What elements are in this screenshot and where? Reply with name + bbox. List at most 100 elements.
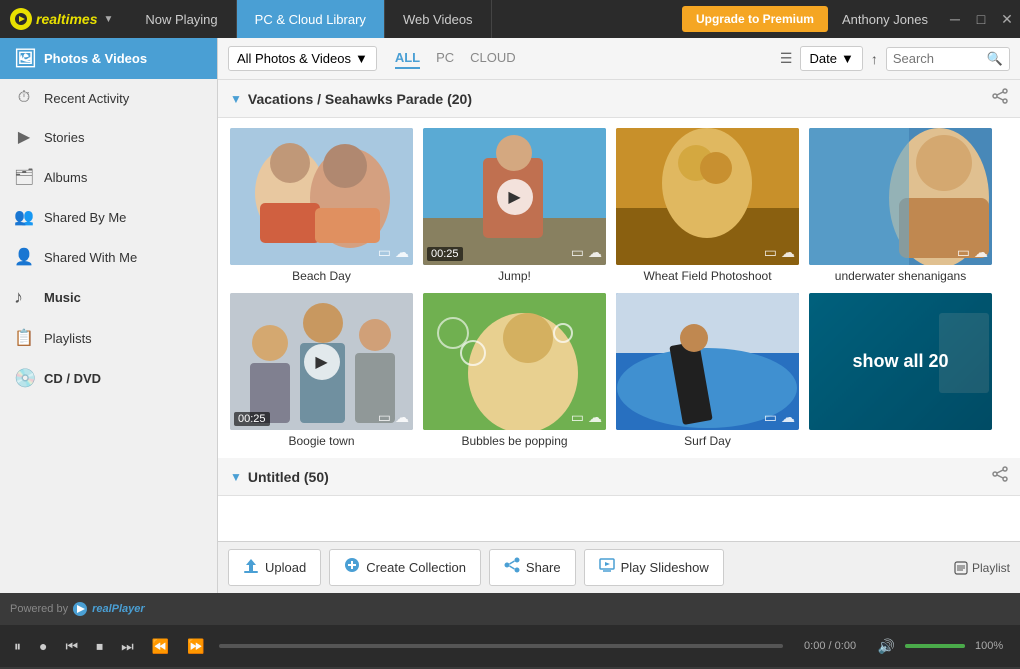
list-item[interactable]: ▶ 00:25 ▭ ☁ Jump!: [423, 128, 606, 283]
list-item[interactable]: ▭ ☁ Bubbles be popping: [423, 293, 606, 448]
playlist-icon: [954, 561, 968, 575]
list-item[interactable]: ▭ ☁ underwater shenanigans: [809, 128, 992, 283]
collection-share-vacations[interactable]: [992, 88, 1008, 109]
photo-thumb-surf-day[interactable]: ▭ ☁: [616, 293, 799, 430]
create-collection-button[interactable]: Create Collection: [329, 549, 481, 586]
skip-back-button[interactable]: ⏮: [61, 634, 82, 659]
dot-button[interactable]: ●: [35, 634, 51, 658]
photo-action-icons-jump: ▭ ☁: [571, 244, 602, 261]
photo-label-surf-day: Surf Day: [616, 434, 799, 448]
view-tab-cloud[interactable]: CLOUD: [470, 48, 516, 69]
maximize-button[interactable]: □: [968, 6, 994, 32]
collection-share-untitled[interactable]: [992, 466, 1008, 487]
pause-button[interactable]: ⏸: [10, 634, 25, 659]
tab-web-videos[interactable]: Web Videos: [385, 0, 492, 38]
user-name: Anthony Jones: [828, 12, 942, 27]
volume-percentage: 100%: [975, 640, 1010, 652]
view-tabs: ALL PC CLOUD: [395, 48, 516, 69]
volume-track[interactable]: [905, 644, 965, 648]
sidebar-section-music[interactable]: ♪ Music: [0, 277, 217, 318]
sidebar-item-albums[interactable]: 🗂 Albums: [0, 157, 217, 197]
rewind-button[interactable]: ⏪: [148, 634, 173, 659]
skip-forward-button[interactable]: ⏭: [117, 634, 138, 659]
cloud-icon: ☁: [395, 244, 409, 261]
collection-toggle-vacations[interactable]: ▼: [230, 92, 242, 106]
logo-dropdown-icon[interactable]: ▼: [103, 14, 113, 25]
create-collection-icon: [344, 557, 360, 578]
screen-icon: ▭: [571, 409, 584, 426]
share-icon-vacations: [992, 88, 1008, 104]
sort-label: Date: [809, 51, 836, 66]
sidebar-item-stories[interactable]: ▶ Stories: [0, 117, 217, 157]
tab-now-playing[interactable]: Now Playing: [127, 0, 236, 38]
total-time: 0:00: [835, 640, 856, 652]
view-tab-pc[interactable]: PC: [436, 48, 454, 69]
photo-thumb-bubbles[interactable]: ▭ ☁: [423, 293, 606, 430]
logo-text: realtimes: [36, 11, 97, 27]
recent-activity-icon: ⏱: [14, 89, 34, 107]
playlist-button[interactable]: Playlist: [954, 561, 1010, 575]
main-layout: 🖼 Photos & Videos ⏱ Recent Activity ▶ St…: [0, 38, 1020, 593]
photo-time-jump: 00:25: [427, 247, 463, 261]
sidebar-item-recent-activity[interactable]: ⏱ Recent Activity: [0, 79, 217, 117]
fast-forward-button[interactable]: ⏩: [183, 634, 208, 659]
collection-toggle-untitled[interactable]: ▼: [230, 470, 242, 484]
upgrade-button[interactable]: Upgrade to Premium: [682, 6, 828, 32]
photo-thumb-boogie-town[interactable]: ▶ 00:25 ▭ ☁: [230, 293, 413, 430]
photo-overlay-beach-day: ▭ ☁: [234, 244, 409, 261]
cloud-icon: ☁: [588, 409, 602, 426]
photo-grid-vacations: ▭ ☁ Beach Day: [218, 118, 1020, 458]
photo-thumb-beach-day[interactable]: ▭ ☁: [230, 128, 413, 265]
cloud-icon: ☁: [395, 409, 409, 426]
minimize-button[interactable]: ─: [942, 6, 968, 32]
upload-button[interactable]: Upload: [228, 549, 321, 586]
volume-icon[interactable]: 🔊: [878, 638, 895, 655]
progress-track[interactable]: [219, 644, 783, 648]
photo-overlay-boogie: 00:25 ▭ ☁: [234, 409, 409, 426]
sidebar: 🖼 Photos & Videos ⏱ Recent Activity ▶ St…: [0, 38, 218, 593]
photo-thumb-show-all[interactable]: show all 20: [809, 293, 992, 430]
play-button-overlay-boogie[interactable]: ▶: [304, 344, 340, 380]
sidebar-section-cd-dvd-label: CD / DVD: [44, 371, 101, 386]
sidebar-item-shared-by-me[interactable]: 👥 Shared By Me: [0, 197, 217, 237]
status-bar: Powered by realPlayer: [0, 593, 1020, 625]
stop-button[interactable]: ⏹: [92, 634, 107, 659]
share-svg-icon: [504, 557, 520, 573]
filter-dropdown[interactable]: All Photos & Videos ▼: [228, 46, 377, 71]
close-button[interactable]: ✕: [994, 6, 1020, 32]
photo-thumb-underwater[interactable]: ▭ ☁: [809, 128, 992, 265]
view-tab-all[interactable]: ALL: [395, 48, 420, 69]
list-item[interactable]: ▭ ☁ Wheat Field Photoshoot: [616, 128, 799, 283]
play-slideshow-button[interactable]: Play Slideshow: [584, 549, 724, 586]
sidebar-section-photos-videos[interactable]: 🖼 Photos & Videos: [0, 38, 217, 79]
time-display: 0:00 / 0:00: [793, 640, 868, 652]
screen-icon: ▭: [571, 244, 584, 261]
sidebar-section-music-label: Music: [44, 290, 81, 305]
search-input[interactable]: [893, 51, 983, 66]
list-view-icon[interactable]: ☰: [780, 50, 793, 67]
list-item[interactable]: ▭ ☁ Surf Day: [616, 293, 799, 448]
sidebar-item-playlists[interactable]: 📋 Playlists: [0, 318, 217, 358]
content-scroll[interactable]: ▼ Vacations / Seahawks Parade (20): [218, 80, 1020, 541]
sort-dropdown[interactable]: Date ▼: [800, 46, 862, 71]
photo-thumb-wheat-field[interactable]: ▭ ☁: [616, 128, 799, 265]
sidebar-item-shared-with-me[interactable]: 👤 Shared With Me: [0, 237, 217, 277]
collection-title-untitled: Untitled (50): [248, 469, 329, 485]
cloud-icon: ☁: [781, 244, 795, 261]
tab-pc-cloud-library[interactable]: PC & Cloud Library: [237, 0, 385, 38]
search-box: 🔍: [886, 47, 1010, 71]
search-icon[interactable]: 🔍: [987, 51, 1003, 67]
cloud-icon: ☁: [781, 409, 795, 426]
photo-overlay-jump: 00:25 ▭ ☁: [427, 244, 602, 261]
sidebar-section-cd-dvd[interactable]: 💿 CD / DVD: [0, 358, 217, 399]
share-button[interactable]: Share: [489, 549, 576, 586]
play-slideshow-label: Play Slideshow: [621, 560, 709, 575]
play-button-overlay-jump[interactable]: ▶: [497, 179, 533, 215]
logo[interactable]: realtimes ▼: [0, 8, 123, 30]
sort-order-button[interactable]: ↑: [871, 51, 878, 67]
list-item[interactable]: ▭ ☁ Beach Day: [230, 128, 413, 283]
photo-thumb-jump[interactable]: ▶ 00:25 ▭ ☁: [423, 128, 606, 265]
list-item[interactable]: ▶ 00:25 ▭ ☁ Boogie town: [230, 293, 413, 448]
list-item[interactable]: show all 20 -: [809, 293, 992, 448]
photo-action-icons-surf: ▭ ☁: [764, 409, 795, 426]
